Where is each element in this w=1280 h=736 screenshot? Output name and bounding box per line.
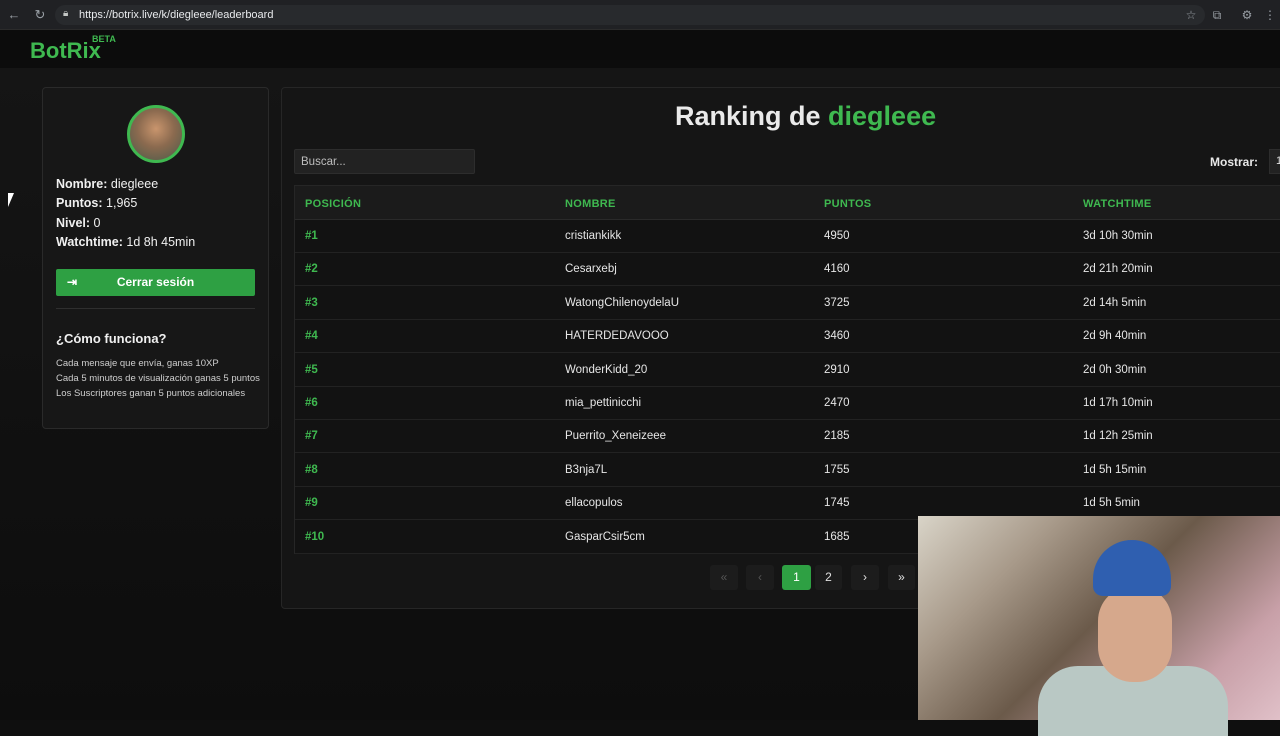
cell-points: 1685 — [824, 530, 850, 543]
cell-pos: #10 — [305, 530, 325, 543]
avatar — [127, 105, 185, 163]
table-row: #6 mia_pettinicchi 2470 1d 17h 10min — [295, 387, 1280, 420]
how-it-works-title: ¿Cómo funciona? — [56, 331, 167, 346]
puzzle-icon[interactable]: ⧉ — [1209, 7, 1225, 23]
cell-pos: #9 — [305, 497, 318, 510]
cell-watchtime: 1d 5h 5min — [1083, 497, 1140, 510]
cell-watchtime: 2d 14h 5min — [1083, 296, 1147, 309]
cell-points: 2470 — [824, 397, 850, 409]
search-input[interactable] — [294, 149, 475, 174]
cell-pos: #8 — [305, 463, 318, 476]
show-select[interactable]: 1 — [1269, 149, 1280, 174]
last-page-button[interactable]: » — [888, 565, 915, 590]
prev-page-button[interactable]: ‹ — [746, 565, 774, 590]
table-row: #1 cristiankikk 4950 3d 10h 30min — [295, 220, 1280, 253]
cell-pos: #1 — [305, 230, 318, 242]
logo[interactable]: BotRix — [30, 38, 101, 64]
cell-points: 4160 — [824, 263, 850, 276]
cell-points: 2185 — [824, 430, 850, 443]
cell-points: 3460 — [824, 330, 850, 343]
profile-sync-icon[interactable]: ⚙ — [1239, 7, 1255, 23]
header-name[interactable]: NOMBRE — [565, 198, 616, 210]
cell-watchtime: 2d 0h 30min — [1083, 363, 1147, 376]
table-row: #7 Puerrito_Xeneizeee 2185 1d 12h 25min — [295, 420, 1280, 454]
menu-icon[interactable]: ⋮ — [1262, 7, 1278, 23]
cell-name: WonderKidd_20 — [565, 363, 648, 376]
show-label: Mostrar: — [1210, 155, 1259, 169]
cell-points: 1745 — [824, 497, 850, 510]
cell-name: Puerrito_Xeneizeee — [565, 430, 667, 443]
cell-pos: #6 — [305, 397, 318, 409]
cell-watchtime: 2d 9h 40min — [1083, 330, 1147, 343]
table-header: POSICIÓN NOMBRE PUNTOS WATCHTIME — [295, 186, 1280, 220]
header-watchtime[interactable]: WATCHTIME — [1083, 198, 1152, 210]
webcam-person-cap — [1093, 540, 1171, 596]
table-row: #4 HATERDEDAVOOO 3460 2d 9h 40min — [295, 320, 1280, 354]
star-icon[interactable]: ☆ — [1183, 7, 1199, 23]
webcam-overlay — [918, 516, 1280, 736]
profile-name: Nombre: diegleee — [56, 177, 159, 191]
table-row: #8 B3nja7L 1755 1d 5h 15min — [295, 454, 1280, 487]
table-row: #3 WatongChilenoydelaU 3725 2d 14h 5min — [295, 287, 1280, 320]
webcam-person-face — [1098, 586, 1172, 682]
cell-name: cristiankikk — [565, 230, 622, 242]
profile-card: Nombre: diegleee Puntos: 1,965 Nivel: 0 … — [42, 87, 269, 429]
address-bar[interactable]: 🔒︎ https://botrix.live/k/diegleee/leader… — [55, 5, 1205, 25]
cell-pos: #4 — [305, 330, 318, 343]
lock-icon: 🔒︎ — [63, 8, 69, 19]
leaderboard-table: POSICIÓN NOMBRE PUNTOS WATCHTIME #1 crist… — [294, 185, 1280, 554]
cell-watchtime: 1d 5h 15min — [1083, 463, 1147, 476]
profile-level: Nivel: 0 — [56, 216, 101, 230]
cell-watchtime: 1d 12h 25min — [1083, 430, 1153, 443]
next-page-button[interactable]: › — [851, 565, 879, 590]
cell-watchtime: 2d 21h 20min — [1083, 263, 1153, 276]
site-header — [0, 30, 1280, 68]
how-line: Cada 5 minutos de visualización ganas 5 … — [56, 373, 260, 384]
logout-label: Cerrar sesión — [116, 275, 195, 289]
cell-name: Cesarxebj — [565, 263, 617, 276]
cell-pos: #7 — [305, 430, 318, 443]
table-row: #5 WonderKidd_20 2910 2d 0h 30min — [295, 354, 1280, 387]
divider — [56, 308, 255, 309]
cell-name: ellacopulos — [565, 497, 623, 510]
how-line: Los Suscriptores ganan 5 puntos adiciona… — [56, 388, 246, 399]
cell-watchtime: 1d 17h 10min — [1083, 397, 1153, 409]
header-position[interactable]: POSICIÓN — [305, 198, 361, 210]
back-arrow-icon[interactable]: ← — [6, 7, 22, 23]
page-1-button[interactable]: 1 — [782, 565, 811, 590]
how-line: Cada mensaje que envía, ganas 10XP — [56, 358, 219, 369]
reload-icon[interactable]: ↻ — [32, 7, 48, 23]
url-text: https://botrix.live/k/diegleee/leaderboa… — [79, 9, 274, 21]
profile-points: Puntos: 1,965 — [56, 196, 138, 210]
mouse-cursor-icon — [8, 193, 14, 207]
cell-pos: #5 — [305, 363, 318, 376]
cell-points: 1755 — [824, 463, 850, 476]
cell-name: GasparCsir5cm — [565, 530, 645, 543]
header-points[interactable]: PUNTOS — [824, 198, 871, 210]
cell-points: 2910 — [824, 363, 850, 376]
profile-watchtime: Watchtime: 1d 8h 45min — [56, 235, 196, 249]
cell-name: B3nja7L — [565, 463, 608, 476]
cell-name: HATERDEDAVOOO — [565, 330, 669, 343]
cell-points: 3725 — [824, 296, 850, 309]
browser-toolbar: ← ↻ 🔒︎ https://botrix.live/k/diegleee/le… — [0, 0, 1280, 30]
logout-button[interactable]: ⇥ Cerrar sesión — [56, 269, 255, 296]
page-2-button[interactable]: 2 — [815, 565, 842, 590]
first-page-button[interactable]: « — [710, 565, 738, 590]
page-title: Ranking de diegleee — [675, 101, 937, 131]
cell-watchtime: 3d 10h 30min — [1083, 230, 1153, 242]
cell-name: WatongChilenoydelaU — [565, 296, 680, 309]
beta-badge: BETA — [92, 34, 116, 44]
table-row: #2 Cesarxebj 4160 2d 21h 20min — [295, 253, 1280, 287]
cell-pos: #3 — [305, 296, 318, 309]
cell-pos: #2 — [305, 263, 318, 276]
cell-points: 4950 — [824, 230, 850, 242]
cell-name: mia_pettinicchi — [565, 397, 642, 409]
logout-icon: ⇥ — [67, 275, 78, 289]
